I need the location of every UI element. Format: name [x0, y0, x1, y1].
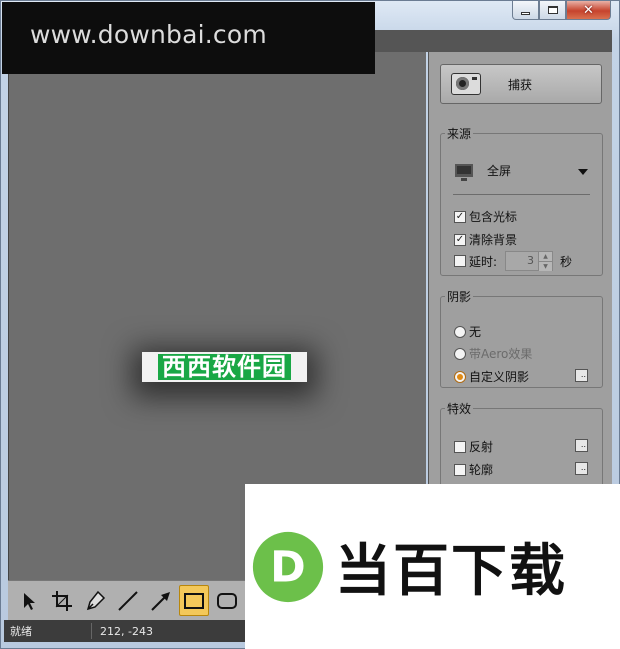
watermark-top: www.downbai.com: [2, 2, 375, 74]
cursor-coordinates: 212, -243: [100, 624, 153, 638]
shadow-aero-radio: [454, 347, 466, 360]
stepper-down-icon[interactable]: ▼: [539, 261, 553, 271]
line-tool[interactable]: [113, 585, 143, 616]
effect-reflection-label: 反射: [469, 440, 494, 454]
watermark-bottom-text: 当百下载: [335, 539, 567, 604]
shadow-none-label: 无: [469, 325, 482, 339]
settings-panel: 捕获 来源 全屏 ✓ 包含光标 ✓ 清除背景 延时: 3 ▲ ▼ 秒 阴影 无 …: [428, 52, 612, 500]
status-bar: 就绪 212, -243: [4, 620, 245, 642]
shadow-settings-button[interactable]: ..: [575, 369, 588, 382]
delay-value[interactable]: 3: [505, 251, 540, 271]
effects-legend: 特效: [447, 402, 472, 416]
line-icon: [118, 590, 138, 611]
reflection-settings-button[interactable]: ..: [575, 439, 588, 452]
select-icon: [23, 592, 35, 610]
rectangle-icon: [183, 592, 204, 609]
source-mode-dropdown[interactable]: 全屏: [455, 162, 512, 181]
maximize-button[interactable]: [539, 1, 566, 20]
captured-image: 西西软件园: [142, 352, 307, 382]
camera-icon: [451, 73, 481, 95]
shadow-aero-label: 带Aero效果: [469, 347, 533, 361]
source-mode-label: 全屏: [487, 164, 512, 178]
clear-background-check[interactable]: ✓: [454, 233, 466, 246]
shadow-none-radio[interactable]: [454, 325, 466, 338]
maximize-icon: [547, 6, 558, 14]
outline-settings-button[interactable]: ..: [575, 462, 588, 475]
chevron-down-icon[interactable]: [578, 169, 588, 175]
downbai-logo-icon: D: [252, 531, 324, 602]
delay-check[interactable]: [454, 255, 466, 267]
effect-reflection-check[interactable]: [454, 440, 466, 453]
source-separator: [453, 194, 590, 195]
caption-buttons: ✕: [512, 1, 611, 20]
shadow-custom-label: 自定义阴影: [469, 370, 530, 384]
effect-outline-label: 轮廓: [469, 463, 494, 477]
shadow-legend: 阴影: [447, 290, 472, 304]
stepper-up-icon[interactable]: ▲: [539, 252, 553, 261]
include-cursor-check[interactable]: ✓: [454, 210, 466, 223]
pen-tool[interactable]: [80, 585, 110, 616]
crop-tool[interactable]: [47, 585, 77, 616]
include-cursor-checkbox[interactable]: ✓ 包含光标: [454, 208, 517, 225]
capture-button-label: 捕获: [508, 77, 533, 92]
shadow-option-none[interactable]: 无: [454, 323, 481, 340]
shadow-group: 阴影 无 带Aero效果 自定义阴影 ..: [440, 288, 603, 388]
effect-reflection[interactable]: 反射: [454, 438, 493, 455]
watermark-bottom: D 当百下载: [245, 484, 620, 649]
captured-image-text: 西西软件园: [158, 354, 291, 380]
clear-background-checkbox[interactable]: ✓ 清除背景: [454, 231, 517, 248]
close-button[interactable]: ✕: [566, 1, 611, 20]
include-cursor-label: 包含光标: [469, 210, 518, 224]
delay-stepper-buttons[interactable]: ▲ ▼: [539, 251, 554, 271]
rounded-rectangle-tool[interactable]: [212, 585, 242, 616]
shadow-custom-radio[interactable]: [454, 370, 466, 383]
effect-outline-check[interactable]: [454, 463, 466, 476]
close-icon: ✕: [583, 2, 594, 18]
pen-icon: [86, 590, 106, 610]
arrow-tool[interactable]: [146, 585, 176, 616]
rectangle-tool[interactable]: [178, 585, 209, 616]
delay-unit: 秒: [560, 254, 573, 269]
effect-outline[interactable]: 轮廓: [454, 461, 493, 478]
minimize-icon: [521, 11, 530, 15]
delay-label: 延时:: [469, 254, 498, 269]
capture-button[interactable]: 捕获: [440, 64, 602, 104]
crop-icon: [51, 590, 72, 611]
status-text: 就绪: [4, 623, 92, 639]
shadow-option-aero: 带Aero效果: [454, 345, 532, 362]
source-legend: 来源: [447, 127, 472, 141]
delay-row: 延时: 3 ▲ ▼ 秒: [454, 251, 572, 271]
select-tool[interactable]: [14, 585, 44, 616]
source-group: 来源 全屏 ✓ 包含光标 ✓ 清除背景 延时: 3 ▲ ▼ 秒: [440, 125, 603, 276]
shadow-option-custom[interactable]: 自定义阴影: [454, 368, 529, 385]
drawing-toolbar: [8, 580, 245, 620]
rounded-rectangle-icon: [216, 592, 237, 609]
delay-stepper[interactable]: 3 ▲ ▼: [505, 251, 554, 271]
minimize-button[interactable]: [512, 1, 539, 20]
arrow-icon: [151, 591, 170, 611]
logo-letter: D: [270, 542, 306, 592]
clear-background-label: 清除背景: [469, 233, 518, 247]
monitor-icon: [455, 164, 473, 181]
